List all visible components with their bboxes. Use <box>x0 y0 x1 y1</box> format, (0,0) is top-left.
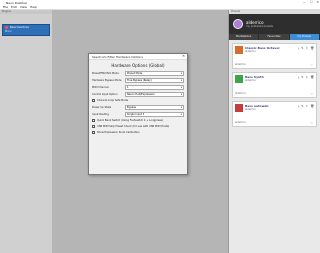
avatar[interactable] <box>233 19 243 29</box>
field-label: Input Routing <box>92 112 109 116</box>
midi-channel-row: MIDI Channel 1 ▾ <box>92 84 184 90</box>
select-value: Single Input 1 <box>127 112 145 116</box>
preset-thumbnail <box>235 46 243 54</box>
select-value: Preset Mode <box>127 71 143 75</box>
status-led-icon <box>5 26 8 29</box>
plugin-name: Bass Overdrive <box>10 26 29 29</box>
chevron-down-icon: ▾ <box>180 85 182 89</box>
checkbox-label: Show Expression Knob Calibration <box>97 131 140 134</box>
share-icon[interactable]: ⇪ <box>306 104 309 108</box>
preset-thumbnail <box>235 75 243 83</box>
preset-tabs: Marketplace Favourites My Presets <box>229 34 320 40</box>
chevron-down-icon: ▾ <box>180 92 182 96</box>
download-icon[interactable]: ⤓ <box>298 46 299 50</box>
window-controls: — ☐ ✕ <box>303 0 319 4</box>
field-label: MIDI Channel <box>92 85 109 89</box>
field-label: Preset/FM/VIVO Mode <box>92 71 119 75</box>
menu-help[interactable]: Help <box>30 5 37 9</box>
usb-midi-row: USB MIDI Skip Preset Check (for use with… <box>92 124 184 129</box>
preset-actions: ⤓ ✎ ⇪ 🗑 <box>298 46 314 50</box>
share-icon[interactable]: ⇪ <box>306 75 309 79</box>
power-up-row: Power Up State Bypass ▾ <box>92 104 184 110</box>
midi-channel-select[interactable]: 1 ▾ <box>125 84 184 90</box>
plugins-header: Plugins <box>0 10 52 14</box>
quick-bank-row: Quick Bank Switch (Using Footswitch 4 + … <box>92 118 184 123</box>
checkbox-label: Quick Bank Switch (Using Footswitch 4 + … <box>97 119 163 122</box>
field-label: Control Input Option <box>92 92 118 96</box>
window-title: Neon Desktop <box>6 0 28 5</box>
usb-midi-checkbox[interactable] <box>92 125 95 128</box>
field-label: Hardware Bypass Mode <box>92 78 122 82</box>
select-value: True Bypass (Relay) <box>127 78 152 82</box>
chevron-down-icon: ▾ <box>180 78 182 82</box>
power-up-select[interactable]: Bypass ▾ <box>125 104 184 110</box>
chevron-down-icon: ▾ <box>180 71 182 75</box>
preset-mode-row: Preset/FM/VIVO Mode Preset Mode ▾ <box>92 70 184 76</box>
minimize-icon[interactable]: — <box>303 0 306 4</box>
close-icon[interactable]: ✕ <box>316 0 319 4</box>
field-label: Power Up State <box>92 105 112 109</box>
expression-calibration-checkbox[interactable] <box>92 131 95 134</box>
tab-favourites[interactable]: Favourites <box>259 34 290 40</box>
delete-icon[interactable]: 🗑 <box>310 75 314 79</box>
heart-icon[interactable]: ♡ <box>310 121 313 125</box>
channel-loop-row: Channel Loop Safe Mode <box>92 98 184 103</box>
preset-author: alderrico <box>245 79 256 82</box>
checkbox-label: Channel Loop Safe Mode <box>97 99 128 102</box>
heart-icon[interactable]: ♡ <box>310 63 313 67</box>
download-icon[interactable]: ⤓ <box>298 104 299 108</box>
hardware-options-dialog: Spectrum Filter Hardware Options ✕ Hardw… <box>88 53 188 175</box>
preset-author: alderrico <box>245 50 256 53</box>
menu-view[interactable]: View <box>20 5 27 9</box>
preset-footer: alderrico <box>235 63 246 66</box>
dialog-heading: Hardware Options (Global) <box>111 63 165 68</box>
preset-author: alderrico <box>245 108 256 111</box>
select-value: Neuro Hub/Expression <box>127 92 155 96</box>
input-routing-select[interactable]: Single Input 1 ▾ <box>125 111 184 117</box>
plugins-panel: Plugins Bass Overdrive Mono <box>0 10 52 253</box>
profile-header: alderrico my published presets <box>229 14 320 34</box>
chevron-down-icon: ▾ <box>180 112 182 116</box>
delete-icon[interactable]: 🗑 <box>310 46 314 50</box>
edit-icon[interactable]: ✎ <box>301 75 304 79</box>
quick-bank-checkbox[interactable] <box>92 119 95 122</box>
control-input-select[interactable]: Neuro Hub/Expression ▾ <box>125 91 184 97</box>
dialog-title: Spectrum Filter Hardware Options <box>89 54 187 60</box>
edit-icon[interactable]: ✎ <box>301 104 304 108</box>
preset-footer: alderrico <box>235 121 246 124</box>
profile-sub: my published presets <box>246 25 273 28</box>
presets-panel: Presets alderrico my published presets M… <box>228 10 320 253</box>
tab-marketplace[interactable]: Marketplace <box>229 34 260 40</box>
plugin-sub: Mono <box>5 30 12 33</box>
bypass-mode-row: Hardware Bypass Mode True Bypass (Relay)… <box>92 77 184 83</box>
preset-actions: ⤓ ✎ ⇪ 🗑 <box>298 104 314 108</box>
share-icon[interactable]: ⇪ <box>306 46 309 50</box>
delete-icon[interactable]: 🗑 <box>310 104 314 108</box>
tab-my-presets[interactable]: My Presets <box>289 34 320 40</box>
expression-calibration-row: Show Expression Knob Calibration <box>92 130 184 135</box>
download-icon[interactable]: ⤓ <box>298 75 299 79</box>
preset-footer: alderrico <box>235 92 246 95</box>
checkbox-label: USB MIDI Skip Preset Check (for use with… <box>97 125 170 128</box>
preset-card[interactable]: Classic Bass Octaver alderrico ⤓ ✎ ⇪ 🗑 a… <box>232 43 317 69</box>
plugin-tile[interactable]: Bass Overdrive Mono <box>2 24 50 36</box>
channel-loop-checkbox[interactable] <box>92 99 95 102</box>
maximize-icon[interactable]: ☐ <box>310 0 313 4</box>
input-routing-row: Input Routing Single Input 1 ▾ <box>92 111 184 117</box>
preset-actions: ⤓ ✎ ⇪ 🗑 <box>298 75 314 79</box>
preset-thumbnail <box>235 104 243 112</box>
select-value: 1 <box>127 85 129 89</box>
chevron-down-icon: ▾ <box>180 105 182 109</box>
preset-mode-select[interactable]: Preset Mode ▾ <box>125 70 184 76</box>
heart-icon[interactable]: ♡ <box>310 92 313 96</box>
select-value: Bypass <box>127 105 136 109</box>
menu-edit[interactable]: Edit <box>11 5 17 9</box>
edit-icon[interactable]: ✎ <box>301 46 304 50</box>
bypass-mode-select[interactable]: True Bypass (Relay) ▾ <box>125 77 184 83</box>
preset-card[interactable]: Bass Synth alderrico ⤓ ✎ ⇪ 🗑 alderrico ♡ <box>232 72 317 98</box>
menu-file[interactable]: File <box>3 5 8 9</box>
close-icon[interactable]: ✕ <box>182 54 185 58</box>
control-input-row: Control Input Option Neuro Hub/Expressio… <box>92 91 184 97</box>
preset-card[interactable]: Bass autowah alderrico ⤓ ✎ ⇪ 🗑 alderrico… <box>232 101 317 127</box>
